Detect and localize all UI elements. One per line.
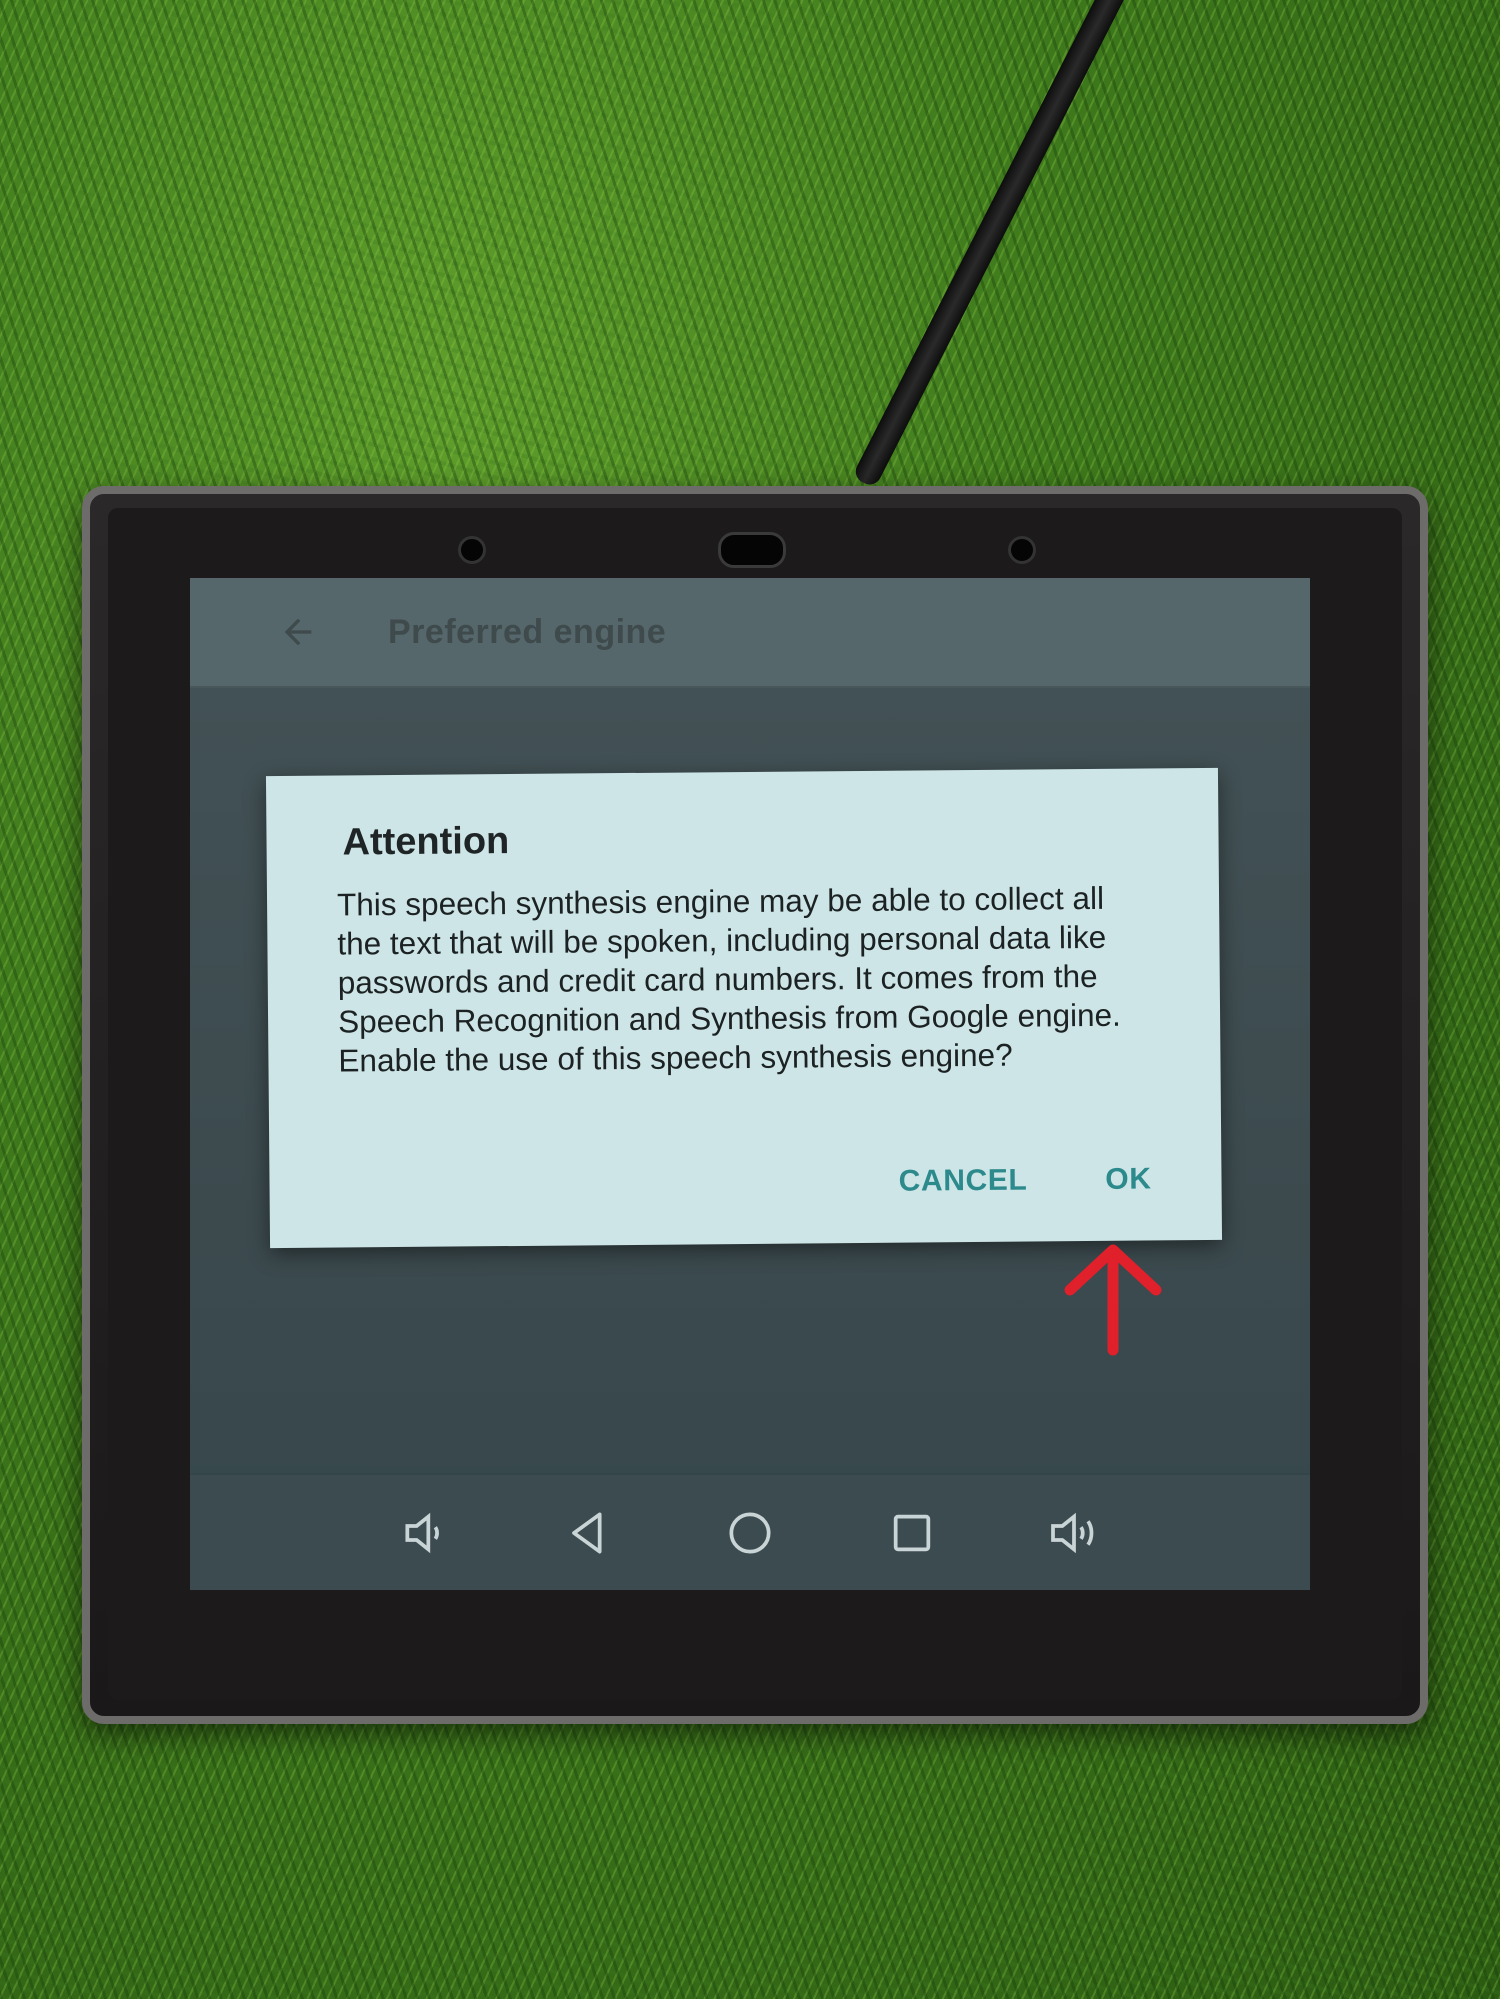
dialog-title: Attention	[342, 820, 510, 864]
back-triangle-icon[interactable]	[551, 1496, 625, 1570]
page-title: Preferred engine	[388, 612, 667, 651]
cancel-button[interactable]: CANCEL	[899, 1164, 1028, 1199]
arrow-back-icon[interactable]	[278, 612, 338, 652]
ok-button[interactable]: OK	[1105, 1162, 1151, 1196]
red-arrow-icon	[1064, 1244, 1162, 1356]
volume-up-icon[interactable]	[1037, 1496, 1111, 1570]
volume-down-icon[interactable]	[389, 1496, 463, 1570]
home-circle-icon[interactable]	[713, 1496, 787, 1570]
sensor-icon	[718, 532, 786, 568]
attention-dialog: Attention This speech synthesis engine m…	[265, 767, 1223, 1249]
dialog-actions: CANCEL OK	[899, 1162, 1152, 1198]
dialog-message: This speech synthesis engine may be able…	[336, 879, 1121, 1079]
camera-icon	[458, 536, 486, 564]
microphone-icon	[1008, 536, 1036, 564]
navigation-bar	[190, 1473, 1310, 1590]
app-bar: Preferred engine	[190, 578, 1310, 688]
power-cable	[851, 0, 1139, 489]
recents-square-icon[interactable]	[875, 1496, 949, 1570]
